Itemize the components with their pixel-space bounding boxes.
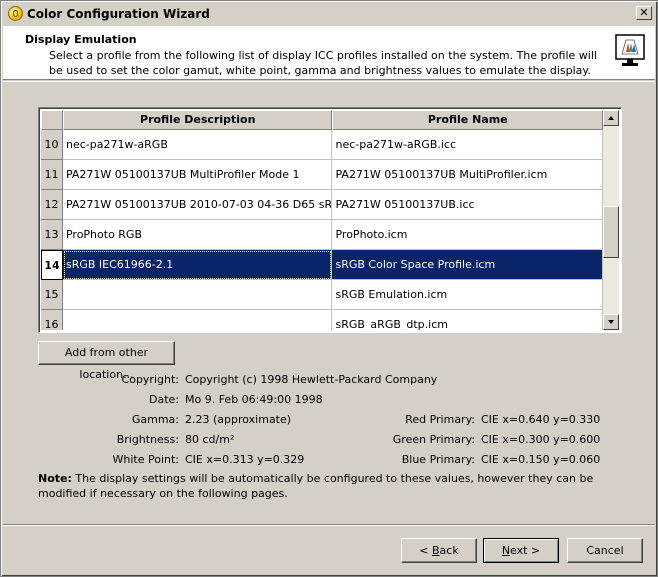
profile-description-cell: nec-pa271w-aRGB — [62, 130, 333, 160]
arrow-down-icon — [608, 320, 614, 324]
row-number: 12 — [41, 190, 63, 220]
scrollbar-thumb[interactable] — [603, 206, 619, 258]
brightness-value: 80 cd/m² — [185, 433, 235, 446]
profile-description-cell: PA271W 05100137UB MultiProfiler Mode 1 — [62, 160, 333, 190]
date-label: Date: — [149, 393, 179, 406]
table-row-selected[interactable]: 14 sRGB IEC61966-2.1 sRGB Color Space Pr… — [41, 250, 603, 280]
monitor-icon — [615, 34, 645, 66]
table-row[interactable]: 10 nec-pa271w-aRGB nec-pa271w-aRGB.icc — [41, 130, 603, 160]
back-button[interactable]: < Back — [401, 538, 477, 563]
profile-description-cell: ProPhoto RGB — [62, 220, 333, 250]
add-from-other-location-button[interactable]: Add from other location... — [38, 341, 175, 381]
profile-name-cell: sRGB Emulation.icm — [332, 280, 603, 310]
back-button-label: ack — [439, 544, 459, 557]
scroll-down-button[interactable] — [603, 314, 619, 330]
green-primary-value: CIE x=0.300 y=0.600 — [481, 433, 601, 446]
title-bar: Color Configuration Wizard ✕ — [3, 3, 655, 24]
brightness-label: Brightness: — [116, 433, 179, 446]
green-primary-label: Green Primary: — [392, 433, 475, 446]
white-point-value: CIE x=0.313 y=0.329 — [185, 453, 305, 466]
column-header-description[interactable]: Profile Description — [62, 110, 333, 130]
white-point-label: White Point: — [112, 453, 180, 466]
arrow-up-icon — [608, 116, 614, 120]
row-number: 14 — [41, 250, 63, 280]
blue-primary-label: Blue Primary: — [401, 453, 475, 466]
table-row[interactable]: 16 sRGB_aRGB_dtp.icm — [41, 310, 603, 330]
copyright-value: Copyright (c) 1998 Hewlett-Packard Compa… — [185, 373, 438, 386]
gamma-value: 2.23 (approximate) — [185, 413, 292, 426]
next-button[interactable]: Next > — [483, 538, 559, 563]
profile-name-cell: sRGB Color Space Profile.icm — [332, 250, 603, 280]
profile-description-cell — [62, 280, 333, 310]
cancel-button[interactable]: Cancel — [567, 538, 643, 563]
profile-name-cell: sRGB_aRGB_dtp.icm — [332, 310, 603, 330]
profile-name-cell: PA271W 05100137UB.icc — [332, 190, 603, 220]
row-number: 15 — [41, 280, 63, 310]
header-panel: Display Emulation Select a profile from … — [3, 26, 655, 80]
row-number: 11 — [41, 160, 63, 190]
copyright-label: Copyright: — [121, 373, 179, 386]
close-button[interactable]: ✕ — [636, 6, 652, 20]
gamma-label: Gamma: — [131, 413, 179, 426]
table-row[interactable]: 13 ProPhoto RGB ProPhoto.icm — [41, 220, 603, 250]
profile-name-cell: ProPhoto.icm — [332, 220, 603, 250]
header-separator — [3, 81, 655, 82]
page-description: Select a profile from the following list… — [49, 49, 597, 77]
window-title: Color Configuration Wizard — [27, 6, 210, 21]
profile-name-cell: PA271W 05100137UB MultiProfiler.icm — [332, 160, 603, 190]
profile-table[interactable]: Profile Description Profile Name 10 nec-… — [38, 107, 622, 333]
table-row[interactable]: 15 sRGB Emulation.icm — [41, 280, 603, 310]
table-header: Profile Description Profile Name — [41, 110, 603, 130]
footer-separator — [3, 524, 655, 526]
red-primary-label: Red Primary: — [405, 413, 475, 426]
table-row[interactable]: 12 PA271W 05100137UB 2010-07-03 04-36 D6… — [41, 190, 603, 220]
next-button-accel: N — [501, 544, 511, 557]
date-value: Mo 9. Feb 06:49:00 1998 — [185, 393, 323, 406]
table-body: 10 nec-pa271w-aRGB nec-pa271w-aRGB.icc 1… — [41, 130, 603, 330]
page-title: Display Emulation — [25, 33, 137, 46]
wizard-window: Color Configuration Wizard ✕ Display Emu… — [0, 0, 658, 577]
profile-name-cell: nec-pa271w-aRGB.icc — [332, 130, 603, 160]
back-button-accel: B — [432, 544, 440, 557]
note-label: Note: — [38, 472, 72, 485]
next-button-label: ext > — [510, 544, 541, 557]
note-text: Note: The display settings will be autom… — [38, 471, 638, 501]
note-body: The display settings will be automatical… — [38, 472, 594, 500]
row-number: 16 — [41, 310, 63, 330]
red-primary-value: CIE x=0.640 y=0.330 — [481, 413, 601, 426]
row-number: 13 — [41, 220, 63, 250]
close-icon: ✕ — [639, 6, 649, 19]
profile-description-cell: PA271W 05100137UB 2010-07-03 04-36 D65 s… — [62, 190, 333, 220]
blue-primary-value: CIE x=0.150 y=0.060 — [481, 453, 601, 466]
table-row[interactable]: 11 PA271W 05100137UB MultiProfiler Mode … — [41, 160, 603, 190]
column-header-name[interactable]: Profile Name — [332, 110, 603, 130]
app-icon — [8, 6, 23, 21]
profile-description-cell: sRGB IEC61966-2.1 — [62, 250, 333, 280]
scroll-up-button[interactable] — [603, 110, 619, 126]
row-number: 10 — [41, 130, 63, 160]
back-button-prefix: < — [419, 544, 432, 557]
row-number-header — [41, 110, 63, 130]
profile-description-cell — [63, 310, 333, 330]
vertical-scrollbar[interactable] — [603, 110, 619, 330]
